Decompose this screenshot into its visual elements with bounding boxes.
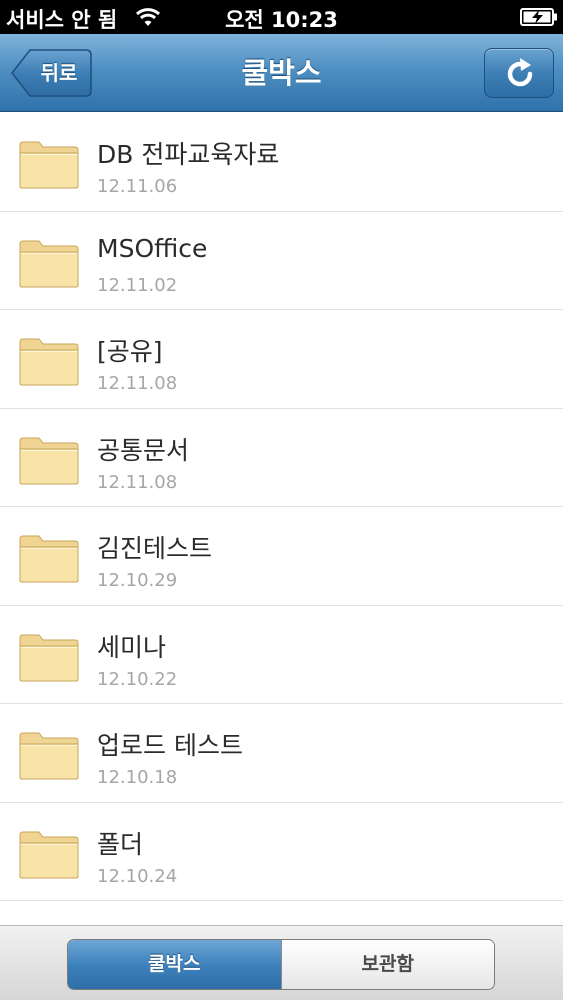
file-date: 12.11.08: [97, 471, 178, 493]
clock-label: 오전 10:23: [225, 8, 338, 32]
tab-coolbox[interactable]: 쿨박스: [68, 940, 281, 989]
file-name: MSOffice: [97, 233, 208, 263]
folder-icon: [19, 831, 79, 878]
folder-icon: [19, 437, 79, 484]
folder-icon: [19, 634, 79, 681]
app-screen: 서비스 안 됨 오전 10:23 쿨박스 뒤로 DB 전파교육자료 12.11.…: [0, 0, 563, 1000]
refresh-icon: [507, 58, 533, 87]
list-item[interactable]: [공유] 12.11.08: [0, 310, 563, 409]
file-date: 12.11.08: [97, 373, 178, 394]
file-name: 폴더: [97, 829, 144, 859]
file-name: 업로드 테스트: [97, 731, 243, 760]
file-list: DB 전파교육자료 12.11.06 MSOffice 12.11.02 [공유] 12.…: [0, 113, 563, 925]
refresh-button[interactable]: [484, 48, 554, 98]
folder-icon: [19, 732, 79, 780]
list-item[interactable]: 세미나 12.10.22: [0, 606, 563, 704]
file-date: 12.10.24: [97, 865, 178, 887]
file-date: 12.11.06: [97, 176, 178, 197]
status-bar: 서비스 안 됨 오전 10:23: [0, 0, 563, 34]
file-name: 김진테스트: [97, 534, 213, 563]
back-button-label: 뒤로: [40, 61, 78, 85]
folder-icon: [19, 240, 79, 287]
file-name: [공유]: [97, 337, 163, 366]
list-item[interactable]: 공통문서 12.11.08: [0, 409, 563, 507]
battery-charging-icon: [520, 8, 557, 26]
folder-icon: [19, 141, 79, 189]
list-item[interactable]: 김진테스트 12.10.29: [0, 507, 563, 606]
list-item[interactable]: MSOffice 12.11.02: [0, 212, 563, 310]
file-name: DB 전파교육자료: [97, 140, 280, 169]
navigation-bar: 쿨박스 뒤로: [0, 34, 563, 112]
segmented-control: 쿨박스 보관함: [67, 939, 495, 990]
list-item[interactable]: 폴더 12.10.24: [0, 803, 563, 901]
file-date: 12.10.18: [97, 767, 178, 788]
list-item[interactable]: 업로드 테스트 12.10.18: [0, 704, 563, 803]
file-date: 12.10.22: [97, 668, 178, 690]
back-button[interactable]: 뒤로: [10, 48, 93, 98]
bottom-toolbar: 쿨박스 보관함: [0, 925, 563, 1000]
file-date: 12.10.29: [97, 570, 178, 591]
file-name: 세미나: [97, 632, 167, 662]
file-name: 공통문서: [97, 435, 190, 465]
folder-icon: [19, 535, 79, 583]
file-date: 12.11.02: [97, 274, 178, 296]
list-item[interactable]: DB 전파교육자료 12.11.06: [0, 113, 563, 212]
tab-storage[interactable]: 보관함: [280, 940, 494, 989]
folder-icon: [19, 338, 79, 386]
